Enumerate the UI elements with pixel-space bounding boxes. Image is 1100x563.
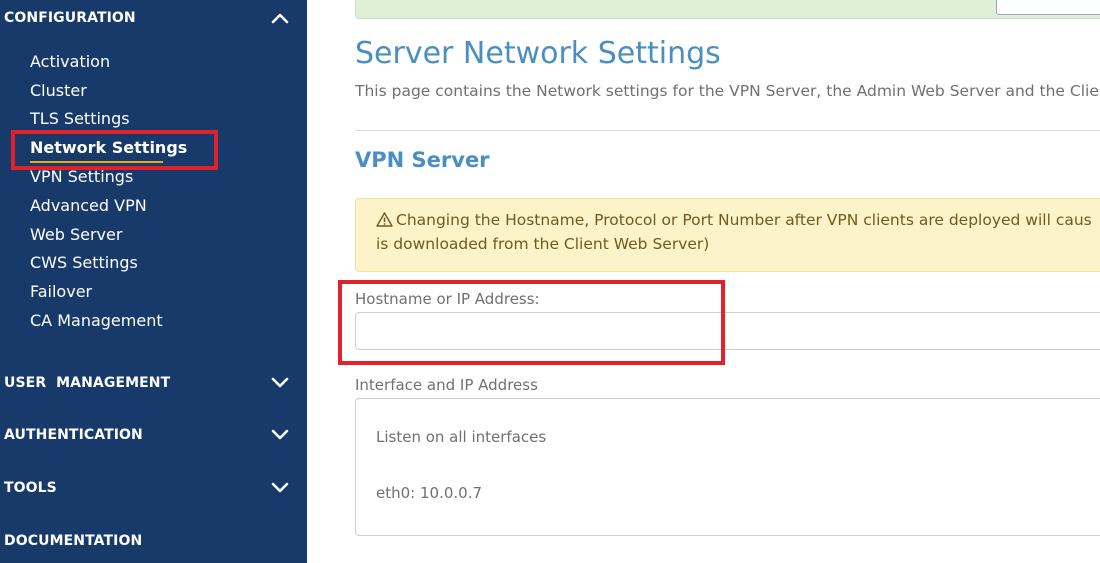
warning-alert: Changing the Hostname, Protocol or Port …	[355, 198, 1100, 272]
alert-action-button[interactable]	[996, 0, 1100, 15]
sidebar-section-user-management[interactable]: USER MANAGEMENT	[4, 368, 304, 398]
warning-text: Changing the Hostname, Protocol or Port …	[396, 211, 1092, 229]
chevron-down-icon[interactable]	[268, 423, 292, 447]
sidebar-section-documentation[interactable]: DOCUMENTATION	[4, 526, 304, 556]
sidebar-item-cluster[interactable]: Cluster	[30, 80, 87, 102]
warning-icon	[376, 211, 393, 229]
highlight-box-network-settings	[11, 130, 218, 170]
interface-option[interactable]: eth0: 10.0.0.7	[376, 484, 482, 502]
sidebar-item-ca-management[interactable]: CA Management	[30, 310, 163, 332]
sidebar-section-tools[interactable]: TOOLS	[4, 473, 304, 503]
chevron-down-icon[interactable]	[268, 371, 292, 395]
chevron-up-icon[interactable]	[268, 6, 292, 30]
divider	[355, 130, 1100, 131]
highlight-box-hostname	[338, 280, 725, 365]
page-description: This page contains the Network settings …	[355, 82, 1099, 100]
sidebar: CONFIGURATION Activation Cluster TLS Set…	[0, 0, 307, 563]
page-title: Server Network Settings	[355, 36, 721, 71]
interface-select[interactable]: Listen on all interfaces eth0: 10.0.0.7	[355, 398, 1100, 536]
sidebar-item-tls-settings[interactable]: TLS Settings	[30, 108, 130, 130]
warning-text-line2: is downloaded from the Client Web Server…	[376, 235, 710, 253]
app-root: CONFIGURATION Activation Cluster TLS Set…	[0, 0, 1100, 563]
interface-option[interactable]: Listen on all interfaces	[376, 428, 546, 446]
sidebar-item-advanced-vpn[interactable]: Advanced VPN	[30, 195, 147, 217]
sidebar-section-authentication[interactable]: AUTHENTICATION	[4, 420, 304, 450]
chevron-down-icon[interactable]	[268, 476, 292, 500]
sidebar-item-web-server[interactable]: Web Server	[30, 224, 122, 246]
section-title-vpn-server: VPN Server	[355, 148, 490, 172]
sidebar-section-title: DOCUMENTATION	[4, 533, 143, 549]
main-content: Server Network Settings This page contai…	[307, 0, 1100, 563]
sidebar-item-failover[interactable]: Failover	[30, 281, 92, 303]
sidebar-section-title: AUTHENTICATION	[4, 427, 143, 443]
interface-label: Interface and IP Address	[355, 376, 538, 394]
sidebar-item-cws-settings[interactable]: CWS Settings	[30, 252, 138, 274]
success-alert	[355, 0, 1100, 19]
sidebar-item-activation[interactable]: Activation	[30, 51, 110, 73]
sidebar-section-title: TOOLS	[4, 480, 57, 496]
sidebar-section-configuration[interactable]: CONFIGURATION	[4, 3, 304, 33]
sidebar-section-title: USER MANAGEMENT	[4, 375, 171, 391]
sidebar-section-title: CONFIGURATION	[4, 10, 136, 26]
warning-text-line1: Changing the Hostname, Protocol or Port …	[376, 211, 1092, 229]
